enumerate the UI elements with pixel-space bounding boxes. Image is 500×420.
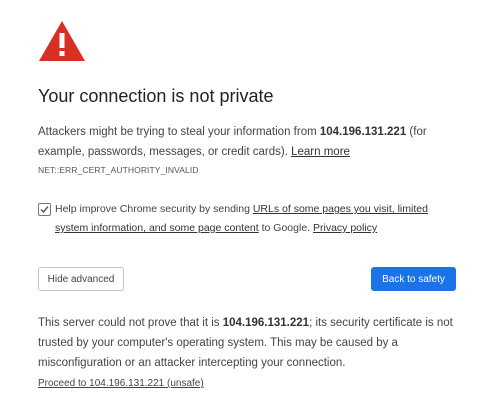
interstitial-page: Your connection is not private Attackers… bbox=[38, 0, 478, 420]
checkmark-icon bbox=[40, 206, 49, 214]
checkbox-text-1: Help improve Chrome security by sending bbox=[55, 203, 253, 215]
details-text: This server could not prove that it is 1… bbox=[38, 313, 473, 373]
description-host: 104.196.131.221 bbox=[319, 126, 407, 138]
hide-advanced-button[interactable]: Hide advanced bbox=[38, 267, 124, 291]
page-title: Your connection is not private bbox=[38, 86, 274, 106]
details-host: 104.196.131.221 bbox=[222, 317, 310, 329]
checkbox-text-2: to Google. bbox=[258, 222, 313, 234]
back-to-safety-button[interactable]: Back to safety bbox=[371, 267, 456, 291]
extended-reporting-label: Help improve Chrome security by sending … bbox=[55, 200, 450, 238]
main-description: Attackers might be trying to steal your … bbox=[38, 122, 468, 162]
details-text-1: This server could not prove that it is bbox=[38, 317, 223, 329]
warning-triangle-icon bbox=[39, 21, 85, 61]
extended-reporting-checkbox[interactable] bbox=[38, 203, 51, 216]
learn-more-link[interactable]: Learn more bbox=[291, 146, 350, 158]
description-text-1: Attackers might be trying to steal your … bbox=[38, 126, 320, 138]
privacy-policy-link[interactable]: Privacy policy bbox=[313, 222, 377, 234]
proceed-unsafe-link[interactable]: Proceed to 104.196.131.221 (unsafe) bbox=[38, 378, 204, 389]
error-code: NET::ERR_CERT_AUTHORITY_INVALID bbox=[38, 165, 199, 175]
